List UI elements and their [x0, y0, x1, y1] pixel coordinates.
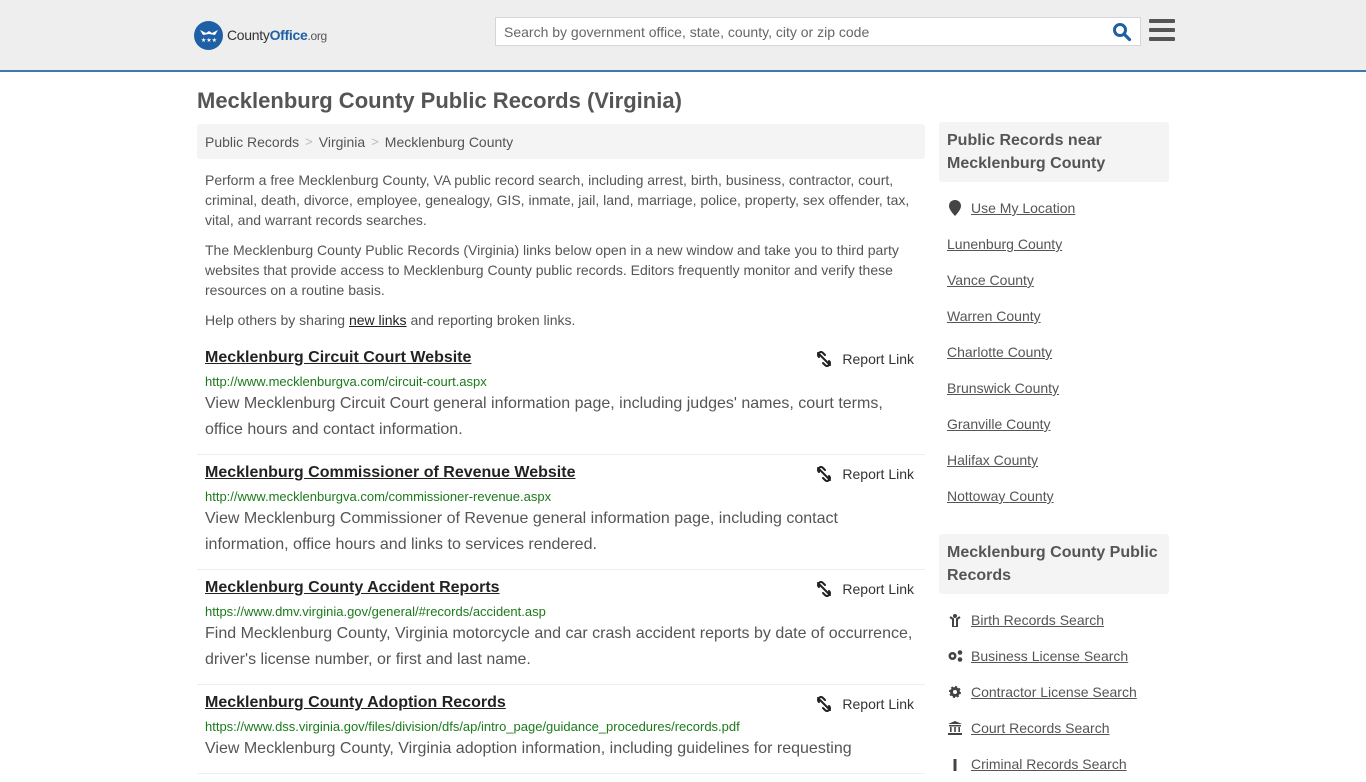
- record-search-item: Court Records Search: [947, 710, 1161, 746]
- nearby-county-link[interactable]: Charlotte County: [947, 344, 1052, 360]
- menu-bar: [1149, 19, 1175, 23]
- search-box: [495, 17, 1141, 46]
- nearby-county-item: Warren County: [947, 298, 1161, 334]
- menu-bar: [1149, 28, 1175, 32]
- breadcrumb-mecklenburg-county[interactable]: Mecklenburg County: [385, 134, 513, 150]
- court-records-search-link[interactable]: Court Records Search: [971, 720, 1110, 736]
- record-search-item: Contractor License Search: [947, 674, 1161, 710]
- nearby-county-link[interactable]: Brunswick County: [947, 380, 1059, 396]
- use-location-item: Use My Location: [947, 190, 1161, 226]
- nearby-county-link[interactable]: Lunenburg County: [947, 236, 1062, 252]
- svg-text:★★★: ★★★: [200, 37, 216, 44]
- new-links-link[interactable]: new links: [349, 312, 407, 328]
- record-description: View Mecklenburg Commissioner of Revenue…: [205, 510, 838, 553]
- main-content: Public Records > Virginia > Mecklenburg …: [197, 124, 925, 774]
- sidebar: Public Records near Mecklenburg County U…: [939, 122, 1169, 782]
- record-url: https://www.dss.virginia.gov/files/divis…: [205, 719, 740, 734]
- breadcrumb-virginia[interactable]: Virginia: [319, 134, 365, 150]
- business-license-search-link[interactable]: Business License Search: [971, 648, 1128, 664]
- report-link-button[interactable]: Report Link: [816, 696, 914, 712]
- record-item: Mecklenburg Circuit Court Website Report…: [197, 340, 925, 455]
- breadcrumb-separator: >: [305, 134, 313, 149]
- report-link-label: Report Link: [842, 696, 914, 712]
- baby-icon: [947, 613, 963, 627]
- use-my-location-link[interactable]: Use My Location: [971, 200, 1075, 216]
- broken-link-icon: [817, 351, 832, 367]
- intro-paragraph-1: Perform a free Mecklenburg County, VA pu…: [205, 172, 910, 228]
- breadcrumb-public-records[interactable]: Public Records: [205, 134, 299, 150]
- record-description: View Mecklenburg County, Virginia adopti…: [205, 740, 852, 757]
- eagle-logo-icon: ★★★: [194, 20, 223, 50]
- nearby-county-item: Nottoway County: [947, 478, 1161, 514]
- criminal-icon: [947, 757, 963, 771]
- courthouse-icon: [947, 721, 963, 735]
- report-link-button[interactable]: Report Link: [816, 581, 914, 597]
- nearby-county-link[interactable]: Warren County: [947, 308, 1041, 324]
- record-description: View Mecklenburg Circuit Court general i…: [205, 395, 883, 438]
- nearby-county-item: Halifax County: [947, 442, 1161, 478]
- intro-text: Perform a free Mecklenburg County, VA pu…: [197, 170, 925, 330]
- page-title: Mecklenburg County Public Records (Virgi…: [197, 88, 682, 113]
- record-url: http://www.mecklenburgva.com/circuit-cou…: [205, 374, 487, 389]
- site-header: ★★★ CountyOffice.org: [0, 0, 1366, 72]
- nearby-county-item: Charlotte County: [947, 334, 1161, 370]
- site-logo[interactable]: ★★★ CountyOffice.org: [194, 20, 327, 50]
- record-item: Mecklenburg Commissioner of Revenue Webs…: [197, 455, 925, 570]
- report-link-button[interactable]: Report Link: [816, 351, 914, 367]
- report-link-label: Report Link: [842, 466, 914, 482]
- record-search-item: Criminal Records Search: [947, 746, 1161, 782]
- report-link-label: Report Link: [842, 351, 914, 367]
- intro-paragraph-3: Help others by sharing new links and rep…: [205, 312, 576, 328]
- nearby-county-link[interactable]: Granville County: [947, 416, 1051, 432]
- nearby-county-item: Lunenburg County: [947, 226, 1161, 262]
- search-icon: [1113, 23, 1132, 42]
- criminal-records-search-link[interactable]: Criminal Records Search: [971, 756, 1127, 772]
- cogs-icon: [947, 649, 963, 663]
- record-search-item: Business License Search: [947, 638, 1161, 674]
- report-link-button[interactable]: Report Link: [816, 466, 914, 482]
- report-link-label: Report Link: [842, 581, 914, 597]
- logo-text: CountyOffice.org: [227, 27, 327, 43]
- record-search-item: Birth Records Search: [947, 602, 1161, 638]
- record-url: https://www.dmv.virginia.gov/general/#re…: [205, 604, 546, 619]
- broken-link-icon: [817, 466, 832, 482]
- nearby-records-heading: Public Records near Mecklenburg County: [939, 122, 1169, 182]
- county-records-list: Birth Records Search Business License Se…: [939, 602, 1169, 782]
- birth-records-search-link[interactable]: Birth Records Search: [971, 612, 1104, 628]
- record-title-link[interactable]: Mecklenburg Commissioner of Revenue Webs…: [205, 463, 575, 483]
- menu-bar: [1149, 37, 1175, 41]
- nearby-county-link[interactable]: Halifax County: [947, 452, 1038, 468]
- nearby-county-item: Brunswick County: [947, 370, 1161, 406]
- nearby-county-link[interactable]: Vance County: [947, 272, 1034, 288]
- hamburger-menu-button[interactable]: [1149, 19, 1175, 43]
- record-item: Mecklenburg County Accident Reports Repo…: [197, 570, 925, 685]
- search-input[interactable]: [496, 18, 1106, 45]
- contractor-license-search-link[interactable]: Contractor License Search: [971, 684, 1137, 700]
- nearby-counties-list: Use My Location Lunenburg County Vance C…: [939, 190, 1169, 514]
- county-records-heading: Mecklenburg County Public Records: [939, 534, 1169, 594]
- nearby-county-item: Vance County: [947, 262, 1161, 298]
- record-url: http://www.mecklenburgva.com/commissione…: [205, 489, 552, 504]
- breadcrumb: Public Records > Virginia > Mecklenburg …: [197, 124, 925, 159]
- record-title-link[interactable]: Mecklenburg Circuit Court Website: [205, 348, 471, 368]
- broken-link-icon: [817, 581, 832, 597]
- record-title-link[interactable]: Mecklenburg County Adoption Records: [205, 693, 506, 713]
- broken-link-icon: [817, 696, 832, 712]
- record-title-link[interactable]: Mecklenburg County Accident Reports: [205, 578, 500, 598]
- records-list: Mecklenburg Circuit Court Website Report…: [197, 340, 925, 774]
- intro-paragraph-2: The Mecklenburg County Public Records (V…: [205, 242, 899, 298]
- nearby-county-item: Granville County: [947, 406, 1161, 442]
- breadcrumb-separator: >: [371, 134, 379, 149]
- search-button[interactable]: [1112, 22, 1134, 42]
- gear-icon: [947, 685, 963, 699]
- record-item: Mecklenburg County Adoption Records Repo…: [197, 685, 925, 774]
- map-marker-icon: [947, 200, 963, 216]
- nearby-county-link[interactable]: Nottoway County: [947, 488, 1054, 504]
- record-description: Find Mecklenburg County, Virginia motorc…: [205, 625, 913, 668]
